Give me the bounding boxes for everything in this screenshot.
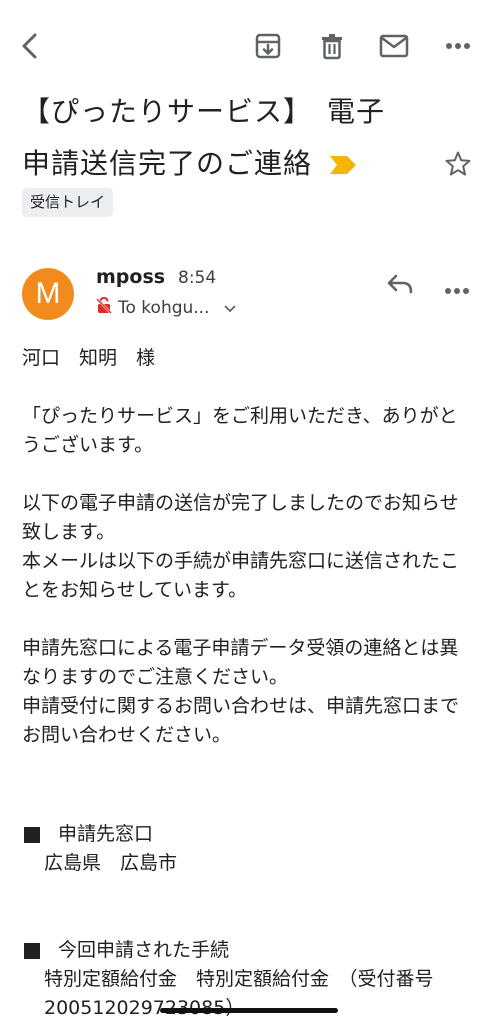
section-value: 広島県 広島市 bbox=[44, 852, 178, 874]
unencrypted-lock-icon bbox=[96, 296, 112, 319]
recipient-text: To kohgu... bbox=[118, 297, 210, 318]
body-paragraph: 申請先窓口による電子申請データ受領の連絡とは異なりますのでご注意ください。 bbox=[22, 637, 459, 688]
section-value: 特別定額給付金 特別定額給付金 （受付番号200512029723085） bbox=[44, 968, 434, 1019]
sent-time: 8:54 bbox=[178, 268, 217, 288]
mail-icon[interactable] bbox=[378, 30, 410, 62]
email-subject: 【ぴったりサービス】 電子申請送信完了のご連絡 bbox=[22, 86, 412, 191]
reply-icon[interactable] bbox=[386, 272, 414, 300]
message-more-icon[interactable] bbox=[444, 280, 470, 299]
square-bullet-icon bbox=[24, 942, 40, 959]
section-heading: 今回申請された手続 bbox=[22, 936, 474, 965]
greeting: 河口 知明 様 bbox=[22, 347, 156, 369]
trash-icon[interactable] bbox=[316, 30, 348, 62]
section-heading: 申請先窓口 bbox=[22, 820, 474, 849]
star-icon[interactable] bbox=[444, 150, 472, 182]
inbox-label-chip[interactable]: 受信トレイ bbox=[22, 188, 114, 217]
recipient-details[interactable]: To kohgu... bbox=[96, 296, 236, 319]
body-paragraph: 本メールは以下の手続が申請先窓口に送信されたことをお知らせしています。 bbox=[22, 550, 460, 601]
back-arrow-icon[interactable] bbox=[14, 30, 46, 62]
body-paragraph: 以下の電子申請の送信が完了しましたのでお知らせ致します。 bbox=[22, 492, 459, 543]
section-title: 今回申請された手続 bbox=[58, 939, 230, 961]
body-paragraph: 申請受付に関するお問い合わせは、申請先窓口までお問い合わせください。 bbox=[22, 695, 460, 746]
email-body: 河口 知明 様 「ぴったりサービス」をご利用いただき、ありがとうございます。 以… bbox=[22, 344, 474, 1023]
important-marker-icon[interactable] bbox=[329, 139, 356, 191]
more-horizontal-icon[interactable] bbox=[442, 30, 474, 62]
body-paragraph: 「ぴったりサービス」をご利用いただき、ありがとうございます。 bbox=[22, 405, 458, 456]
avatar[interactable]: M bbox=[22, 268, 74, 320]
chevron-down-icon[interactable] bbox=[224, 298, 236, 318]
sender-name[interactable]: mposs bbox=[96, 266, 165, 288]
square-bullet-icon bbox=[24, 826, 40, 843]
archive-icon[interactable] bbox=[252, 30, 284, 62]
section-title: 申請先窓口 bbox=[58, 823, 154, 845]
home-indicator[interactable] bbox=[160, 1008, 338, 1013]
